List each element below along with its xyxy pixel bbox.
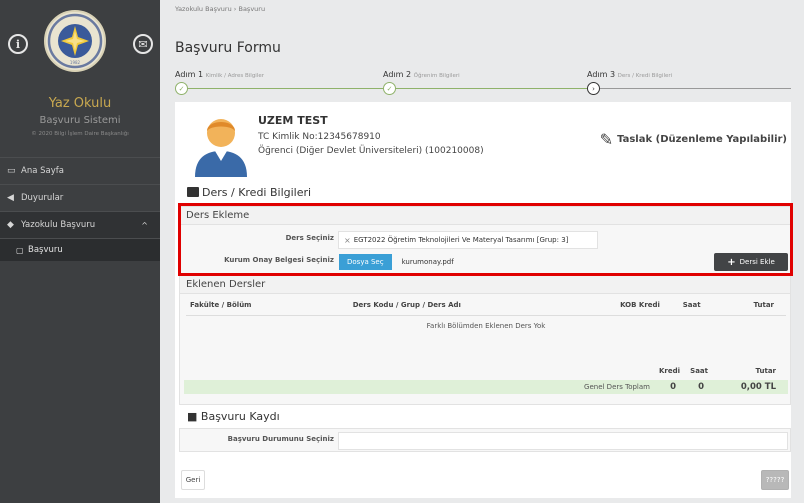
step-connector	[187, 88, 383, 89]
mail-icon[interactable]: ✉	[133, 34, 153, 54]
durum-row: Başvuru Durumunu Seçiniz	[180, 430, 790, 452]
step-3[interactable]: Adım 3 Ders / Kredi Bilgileri	[587, 70, 672, 79]
column-header: KOB Kredi	[592, 294, 664, 316]
avatar	[187, 109, 255, 177]
university-logo: 1982	[44, 10, 106, 72]
file-name: kurumonay.pdf	[401, 258, 454, 266]
file-choose-button[interactable]: Dosya Seç	[339, 254, 392, 270]
info-icon[interactable]: i	[8, 34, 28, 54]
sidebar-item-duyurular[interactable]: ◀ Duyurular	[0, 185, 160, 212]
table-header-row: Fakülte / Bölüm Ders Kodu / Grup / Ders …	[186, 294, 786, 316]
section-basvuru-kaydi: ■ Başvuru Kaydı	[187, 410, 280, 423]
status-badge: ✎ Taslak (Düzenleme Yapılabilir)	[600, 130, 787, 149]
basvuru-kaydi-panel: Başvuru Durumunu Seçiniz	[179, 428, 791, 452]
profile-tc: TC Kimlik No:12345678910	[258, 132, 381, 142]
sidebar-nav: ▭ Ana Sayfa ◀ Duyurular ◆ Yazokulu Başvu…	[0, 157, 160, 261]
logo-row: i 1982 ✉	[0, 10, 160, 72]
panel-title: Ders Ekleme	[180, 207, 790, 225]
courses-table: Fakülte / Bölüm Ders Kodu / Grup / Ders …	[186, 294, 786, 336]
onay-row: Kurum Onay Belgesi Seçiniz Dosya Seç kur…	[180, 251, 790, 273]
save-icon: ■	[187, 410, 198, 423]
profile-panel: UZEM TEST TC Kimlik No:12345678910 Öğren…	[175, 102, 791, 182]
profile-name: UZEM TEST	[258, 114, 328, 127]
breadcrumb: Yazokulu Başvuru › Başvuru	[175, 5, 265, 13]
breadcrumb-current: Başvuru	[238, 5, 266, 13]
sidebar-item-label: Duyurular	[21, 193, 64, 203]
breadcrumb-separator: ›	[233, 5, 237, 13]
app-title: Yaz Okulu	[48, 96, 112, 111]
monitor-icon: ▭	[7, 166, 16, 176]
ders-select-row: Ders Seçiniz × EGT2022 Öğretim Teknoloji…	[180, 229, 790, 251]
sidebar-subitem-basvuru[interactable]: ▢ Başvuru	[0, 239, 160, 261]
column-header: Saat	[663, 294, 705, 316]
remove-icon[interactable]: ×	[344, 236, 351, 245]
page-title: Başvuru Formu	[175, 40, 281, 56]
back-button[interactable]: Geri	[181, 470, 205, 490]
arrow-right-icon: ›	[587, 82, 600, 95]
column-header: Tutar	[704, 294, 786, 316]
durum-select[interactable]	[338, 432, 788, 450]
check-icon: ✓	[383, 82, 396, 95]
field-label: Başvuru Durumunu Seçiniz	[227, 435, 334, 443]
file-icon: ▢	[16, 245, 24, 255]
eklenen-dersler-panel: Eklenen Dersler Fakülte / Bölüm Ders Kod…	[179, 275, 791, 405]
ders-ekleme-panel: Ders Ekleme Ders Seçiniz × EGT2022 Öğret…	[179, 206, 791, 274]
file-input[interactable]: Dosya Seç kurumonay.pdf	[338, 253, 638, 271]
profile-type: Öğrenci (Diğer Devlet Üniversiteleri) (1…	[258, 146, 484, 156]
sidebar-item-label: Ana Sayfa	[21, 166, 64, 176]
step-2[interactable]: Adım 2 Öğrenim Bilgileri	[383, 70, 460, 79]
column-header: Ders Kodu / Grup / Ders Adı	[348, 294, 593, 316]
empty-message: Farklı Bölümden Eklenen Ders Yok	[426, 322, 546, 330]
status-text: Taslak (Düzenleme Yapılabilir)	[617, 134, 787, 145]
plus-icon: +	[727, 256, 736, 268]
chevron-up-icon: ^	[141, 220, 148, 230]
submit-button[interactable]: ?????	[761, 470, 789, 490]
field-label: Ders Seçiniz	[285, 234, 334, 242]
app-subtitle: Başvuru Sistemi	[39, 115, 121, 126]
breadcrumb-root[interactable]: Yazokulu Başvuru	[175, 5, 232, 13]
copyright: © 2020 Bilgi İşlem Daire Başkanlığı	[31, 131, 129, 137]
sidebar-item-yazokulu-basvuru[interactable]: ◆ Yazokulu Başvuru ^	[0, 212, 160, 239]
wizard-steps: Adım 1 Kimlik / Adres Bilgiler Adım 2 Öğ…	[175, 70, 791, 100]
bullhorn-icon: ◀	[7, 193, 14, 203]
check-icon: ✓	[175, 82, 188, 95]
panel-title: Eklenen Dersler	[180, 276, 790, 294]
sidebar: i 1982 ✉ Yaz Okulu Başvuru Sistemi © 202…	[0, 0, 160, 503]
step-1[interactable]: Adım 1 Kimlik / Adres Bilgiler	[175, 70, 264, 79]
step-connector	[600, 88, 791, 89]
field-label: Kurum Onay Belgesi Seçiniz	[224, 256, 334, 264]
sidebar-item-ana-sayfa[interactable]: ▭ Ana Sayfa	[0, 158, 160, 185]
step-connector	[395, 88, 587, 89]
column-header: Fakülte / Bölüm	[186, 294, 349, 316]
ders-select[interactable]: × EGT2022 Öğretim Teknolojileri Ve Mater…	[338, 231, 598, 249]
form-card: UZEM TEST TC Kimlik No:12345678910 Öğren…	[175, 102, 791, 498]
totals: Kredi Saat Tutar Genel Ders Toplam 0 0 0…	[184, 364, 788, 394]
sidebar-item-label: Yazokulu Başvuru	[21, 220, 96, 230]
ders-select-value: EGT2022 Öğretim Teknolojileri Ve Materya…	[353, 236, 569, 244]
sidebar-subitem-label: Başvuru	[28, 245, 63, 255]
graduation-cap-icon: ◆	[7, 220, 14, 230]
logo-year: 1982	[70, 60, 81, 65]
edit-icon: ✎	[599, 130, 614, 149]
table-row: Farklı Bölümden Eklenen Ders Yok	[186, 316, 786, 337]
section-ders-kredi: Ders / Kredi Bilgileri	[187, 186, 311, 199]
totals-header: Kredi Saat Tutar	[658, 367, 776, 375]
book-icon	[187, 187, 199, 197]
add-course-button[interactable]: + Dersi Ekle	[714, 253, 788, 271]
totals-row: Genel Ders Toplam 0 0 0,00 TL	[184, 380, 788, 394]
